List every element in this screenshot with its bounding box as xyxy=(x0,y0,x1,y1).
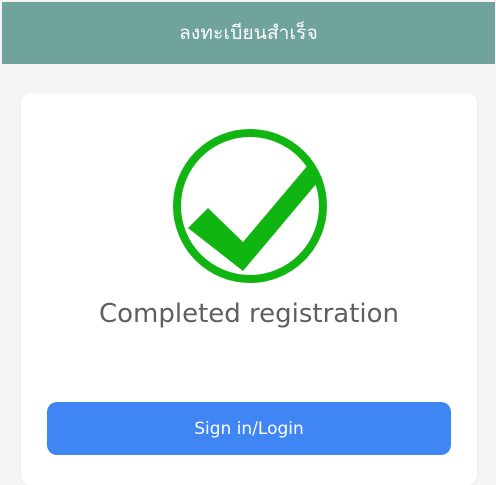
top-header: ลงทะเบียนสำเร็จ xyxy=(2,2,495,64)
sign-in-login-button-label: Sign in/Login xyxy=(194,418,304,439)
registration-success-card: Completed registration Sign in/Login xyxy=(21,93,477,485)
page-title: ลงทะเบียนสำเร็จ xyxy=(179,22,318,44)
success-message: Completed registration xyxy=(98,299,400,329)
success-check-icon xyxy=(173,129,327,283)
sign-in-login-button[interactable]: Sign in/Login xyxy=(47,402,451,455)
